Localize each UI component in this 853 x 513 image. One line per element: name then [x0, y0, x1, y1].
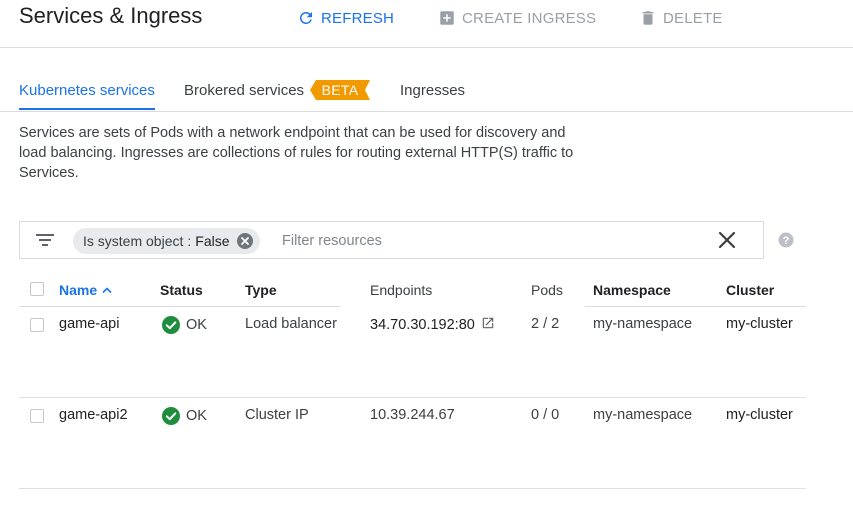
status-text: OK	[186, 408, 207, 424]
active-tab-indicator	[19, 108, 155, 110]
filter-chip-value: False	[195, 233, 230, 249]
filter-chip-key: Is system object	[83, 233, 184, 249]
status-cell: OK	[162, 407, 207, 425]
column-header-name[interactable]: Name	[59, 282, 112, 298]
create-ingress-button[interactable]: CREATE INGRESS	[438, 6, 596, 30]
tab-kubernetes-services[interactable]: Kubernetes services	[19, 82, 155, 99]
chip-remove-icon[interactable]	[236, 232, 254, 250]
column-header-endpoints: Endpoints	[370, 282, 433, 298]
refresh-icon	[300, 11, 312, 24]
refresh-button[interactable]: REFRESH	[297, 6, 394, 30]
beta-label: BETA	[321, 82, 359, 98]
service-name[interactable]: game-api2	[59, 407, 128, 423]
column-header-type[interactable]: Type	[245, 282, 277, 298]
column-header-status[interactable]: Status	[160, 282, 203, 298]
add-box-icon	[440, 11, 454, 25]
select-all-checkbox[interactable]	[30, 282, 44, 296]
namespace-cell: my-namespace	[593, 407, 693, 423]
page-title: Services & Ingress	[19, 3, 203, 28]
column-header-pods: Pods	[531, 282, 563, 298]
service-name[interactable]: game-api	[59, 316, 119, 332]
tab-brokered-services[interactable]: Brokered services	[184, 82, 304, 99]
header-divider-sortable	[19, 306, 340, 307]
delete-button[interactable]: DELETE	[639, 6, 723, 30]
header-divider	[0, 47, 853, 48]
cluster-cell: my-cluster	[726, 316, 793, 332]
create-ingress-label: CREATE INGRESS	[462, 9, 597, 27]
check-circle-icon	[162, 407, 180, 425]
pods-count: 0 / 0	[531, 407, 560, 423]
open-in-new-icon[interactable]	[481, 316, 495, 330]
endpoint-cell: 34.70.30.192:80	[370, 316, 495, 333]
delete-label: DELETE	[663, 9, 723, 27]
endpoint-cell: 10.39.244.67	[370, 407, 455, 423]
row-divider	[19, 488, 806, 489]
beta-badge: BETA	[310, 80, 370, 100]
column-header-namespace[interactable]: Namespace	[593, 282, 671, 298]
status-cell: OK	[162, 316, 207, 334]
row-divider	[19, 397, 806, 398]
row-checkbox[interactable]	[30, 409, 44, 423]
header-divider-sortable-right	[585, 306, 806, 307]
filter-input[interactable]	[282, 231, 682, 251]
endpoint-link[interactable]: 34.70.30.192:80	[370, 317, 475, 333]
column-header-cluster[interactable]: Cluster	[726, 282, 774, 298]
svg-text:?: ?	[783, 235, 790, 247]
refresh-label: REFRESH	[321, 9, 395, 27]
filter-icon[interactable]	[36, 232, 54, 253]
column-header-name-label: Name	[59, 282, 98, 298]
namespace-cell: my-namespace	[593, 316, 693, 332]
row-checkbox[interactable]	[30, 318, 44, 332]
sort-ascending-icon	[102, 287, 112, 294]
status-text: OK	[186, 317, 207, 333]
tab-ingresses[interactable]: Ingresses	[400, 82, 465, 99]
pods-count: 2 / 2	[531, 316, 560, 332]
service-type: Cluster IP	[245, 407, 309, 423]
filter-chip-separator: :	[187, 233, 192, 249]
page-description: Services are sets of Pods with a network…	[19, 125, 574, 181]
cluster-cell: my-cluster	[726, 407, 793, 423]
help-icon[interactable]: ?	[778, 232, 794, 253]
clear-filter-icon[interactable]	[718, 231, 736, 254]
filter-chip[interactable]: Is system object : False	[73, 228, 260, 254]
service-type: Load balancer	[245, 316, 337, 332]
tabs-divider	[0, 111, 853, 112]
check-circle-icon	[162, 316, 180, 334]
trash-icon	[642, 11, 654, 25]
